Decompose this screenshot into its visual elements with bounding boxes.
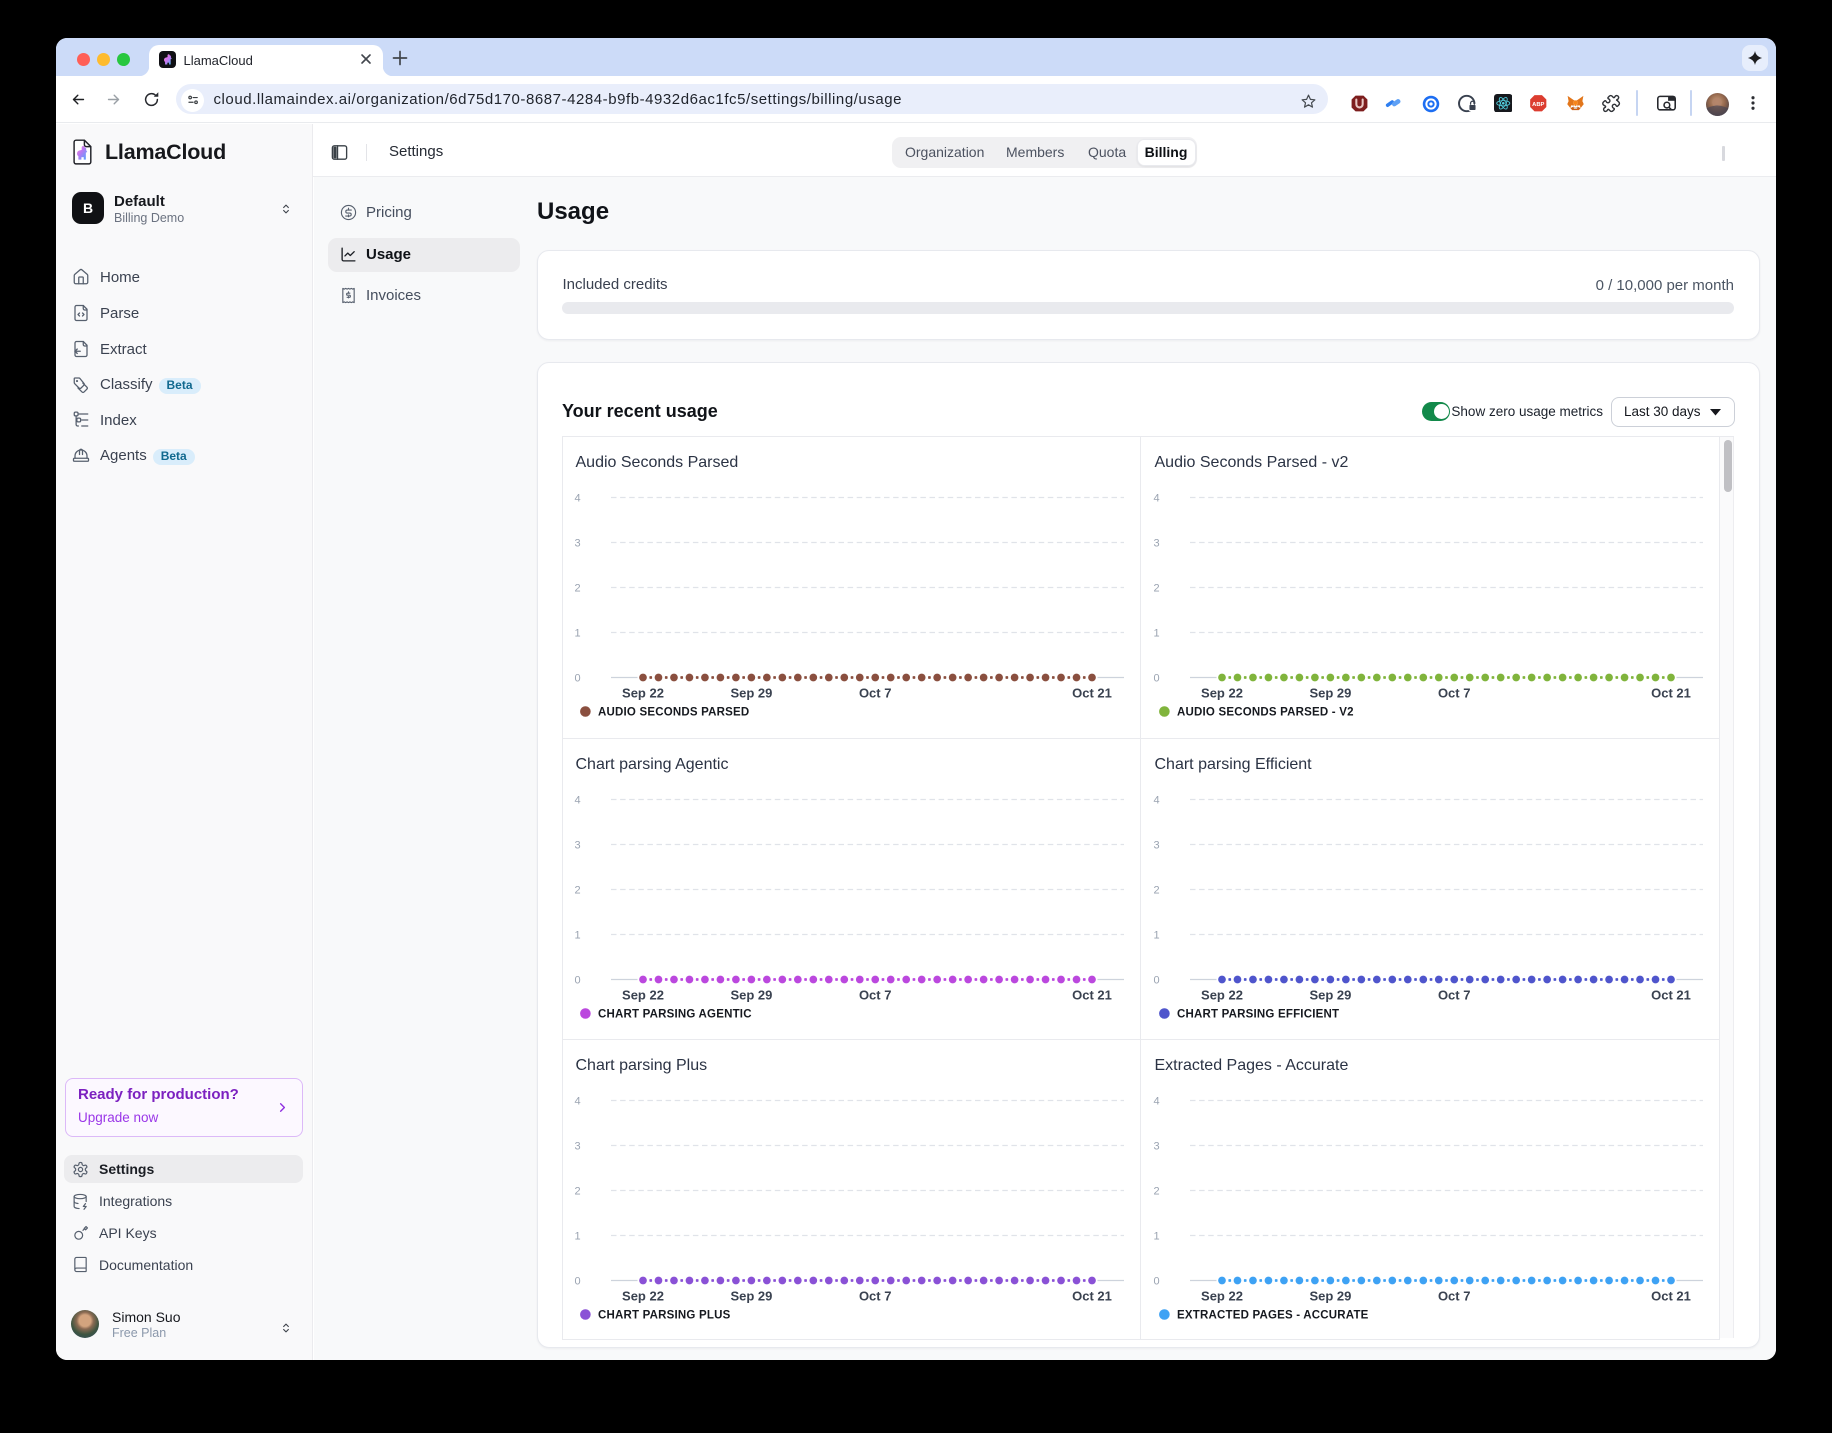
svg-text:Chart parsing Efficient: Chart parsing Efficient <box>1155 756 1313 773</box>
svg-text:Sep 29: Sep 29 <box>1309 988 1351 1003</box>
svg-text:Sep 29: Sep 29 <box>730 988 772 1003</box>
svg-text:4: 4 <box>1153 794 1159 806</box>
svg-text:0: 0 <box>574 1275 580 1287</box>
svg-text:Oct 21: Oct 21 <box>1072 686 1112 701</box>
svg-text:0: 0 <box>1153 974 1159 986</box>
svg-text:Audio Seconds Parsed: Audio Seconds Parsed <box>576 454 739 471</box>
svg-text:Oct 7: Oct 7 <box>859 1288 892 1303</box>
svg-text:1: 1 <box>574 627 580 639</box>
svg-text:Oct 21: Oct 21 <box>1651 686 1691 701</box>
svg-text:1: 1 <box>574 929 580 941</box>
svg-text:CHART PARSING EFFICIENT: CHART PARSING EFFICIENT <box>1177 1009 1339 1021</box>
svg-text:Oct 21: Oct 21 <box>1072 988 1112 1003</box>
svg-text:Sep 29: Sep 29 <box>1309 686 1351 701</box>
svg-text:Chart parsing Plus: Chart parsing Plus <box>576 1057 708 1074</box>
svg-text:Oct 21: Oct 21 <box>1651 1288 1691 1303</box>
svg-text:ABP: ABP <box>1532 102 1544 108</box>
svg-text:3: 3 <box>1153 839 1159 851</box>
svg-text:0: 0 <box>1153 1275 1159 1287</box>
svg-text:1: 1 <box>574 1230 580 1242</box>
svg-text:4: 4 <box>574 1095 580 1107</box>
svg-text:Oct 7: Oct 7 <box>859 686 892 701</box>
svg-text:4: 4 <box>574 492 580 504</box>
svg-text:Sep 22: Sep 22 <box>622 988 664 1003</box>
svg-text:3: 3 <box>574 839 580 851</box>
svg-text:EXTRACTED PAGES - ACCURATE: EXTRACTED PAGES - ACCURATE <box>1177 1309 1369 1321</box>
svg-text:Audio Seconds Parsed - v2: Audio Seconds Parsed - v2 <box>1155 454 1349 471</box>
svg-text:1: 1 <box>1153 1230 1159 1242</box>
svg-text:3: 3 <box>574 537 580 549</box>
svg-text:Sep 22: Sep 22 <box>1201 686 1243 701</box>
svg-text:Oct 21: Oct 21 <box>1072 1288 1112 1303</box>
svg-text:CHART PARSING PLUS: CHART PARSING PLUS <box>598 1309 731 1321</box>
svg-text:Sep 29: Sep 29 <box>1309 1288 1351 1303</box>
svg-text:Sep 22: Sep 22 <box>622 1288 664 1303</box>
svg-text:Oct 21: Oct 21 <box>1651 988 1691 1003</box>
svg-text:1: 1 <box>1153 929 1159 941</box>
svg-text:Chart parsing Agentic: Chart parsing Agentic <box>576 756 729 773</box>
svg-text:Extracted Pages - Accurate: Extracted Pages - Accurate <box>1155 1057 1349 1074</box>
svg-text:2: 2 <box>574 582 580 594</box>
svg-text:Oct 7: Oct 7 <box>859 988 892 1003</box>
svg-text:Oct 7: Oct 7 <box>1438 686 1471 701</box>
svg-text:Oct 7: Oct 7 <box>1438 1288 1471 1303</box>
svg-text:2: 2 <box>1153 1185 1159 1197</box>
svg-text:0: 0 <box>1153 672 1159 684</box>
svg-text:4: 4 <box>1153 492 1159 504</box>
svg-text:1: 1 <box>1153 627 1159 639</box>
svg-text:3: 3 <box>1153 1140 1159 1152</box>
svg-text:CHART PARSING AGENTIC: CHART PARSING AGENTIC <box>598 1009 752 1021</box>
svg-text:Oct 7: Oct 7 <box>1438 988 1471 1003</box>
svg-text:0: 0 <box>574 974 580 986</box>
svg-text:4: 4 <box>574 794 580 806</box>
svg-text:2: 2 <box>1153 884 1159 896</box>
svg-text:Sep 29: Sep 29 <box>730 686 772 701</box>
svg-text:2: 2 <box>574 884 580 896</box>
svg-text:0: 0 <box>574 672 580 684</box>
svg-text:2: 2 <box>1153 582 1159 594</box>
svg-text:Sep 22: Sep 22 <box>622 686 664 701</box>
svg-text:AUDIO SECONDS PARSED: AUDIO SECONDS PARSED <box>598 707 749 719</box>
svg-text:Sep 22: Sep 22 <box>1201 988 1243 1003</box>
svg-text:4: 4 <box>1153 1095 1159 1107</box>
svg-text:3: 3 <box>1153 537 1159 549</box>
svg-text:AUDIO SECONDS PARSED - V2: AUDIO SECONDS PARSED - V2 <box>1177 707 1354 719</box>
svg-text:3: 3 <box>574 1140 580 1152</box>
svg-text:Sep 22: Sep 22 <box>1201 1288 1243 1303</box>
svg-text:2: 2 <box>574 1185 580 1197</box>
svg-text:Sep 29: Sep 29 <box>730 1288 772 1303</box>
